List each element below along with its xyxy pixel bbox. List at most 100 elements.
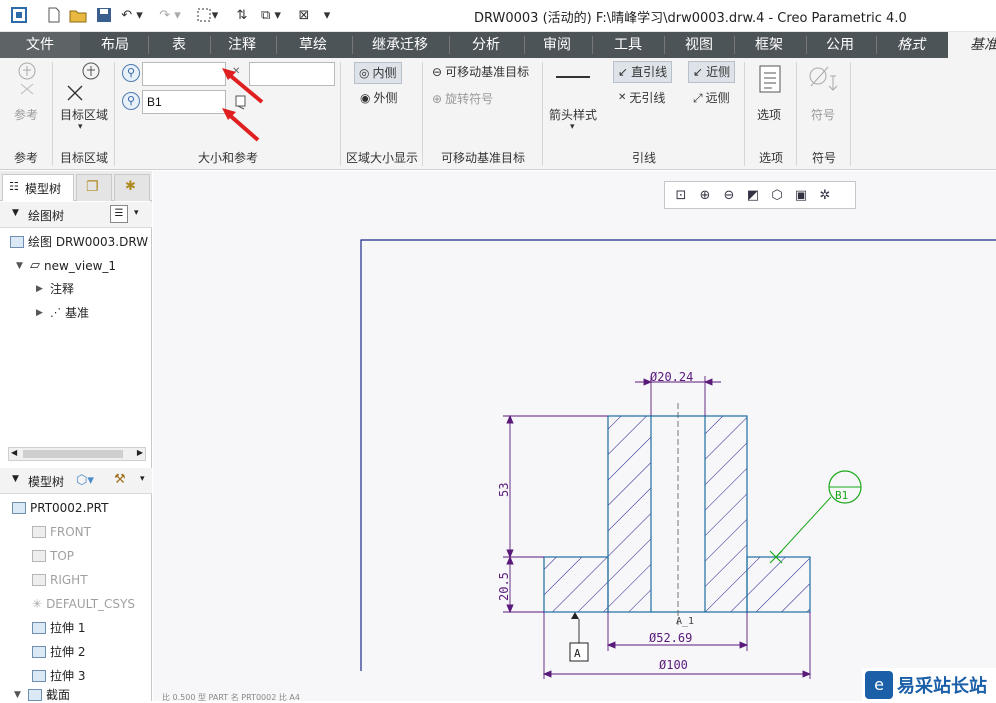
save-icon[interactable] [94, 6, 114, 24]
repaint-icon[interactable]: ◩ [743, 185, 763, 205]
open-folder-icon[interactable] [68, 6, 88, 24]
display-style-icon[interactable]: ⬡ [767, 185, 787, 205]
tab-datum[interactable]: 基准 [948, 32, 996, 58]
tab-folder-browser[interactable]: ❐ [76, 174, 112, 201]
dim-top-dia[interactable]: Ø20.24 [650, 370, 693, 384]
dim-mid-dia[interactable]: Ø52.69 [649, 631, 692, 645]
tree-horizontal-scrollbar[interactable]: ◀ ▶ [8, 447, 146, 461]
reference-button[interactable]: 参考 [14, 106, 38, 123]
expand-down-icon[interactable]: ▼ [14, 688, 24, 702]
dim-bottom-dia[interactable]: Ø100 [659, 658, 688, 672]
tree-item-datums[interactable]: ▶ ⋰ 基准 [36, 302, 89, 324]
near-side-button[interactable]: ↙ 近侧 [688, 61, 736, 83]
group-label-leader: 引线 [631, 151, 656, 165]
rotate-symbol-label: 旋转符号 [445, 92, 494, 106]
tools-icon[interactable]: ⚒ [114, 472, 126, 487]
tab-table[interactable]: 表 [150, 32, 208, 58]
group-label-reference: 参考 [13, 151, 38, 165]
redo-icon[interactable]: ↷ ▾ [156, 6, 184, 24]
tree-item-part[interactable]: PRT0002.PRT [12, 497, 108, 519]
tree-item-extrude-1[interactable]: 拉伸 1 [32, 617, 85, 639]
new-file-icon[interactable] [44, 6, 64, 24]
target-area-button[interactable]: 目标区域 [60, 106, 108, 123]
tab-favorites[interactable]: ✱ [114, 174, 150, 201]
tab-review[interactable]: 审阅 [526, 32, 588, 58]
datum-label-icon: ⚲ [122, 92, 140, 110]
tree-settings-dropdown-icon[interactable]: ▾ [134, 208, 139, 218]
tree-item-drawing[interactable]: 绘图 DRW0003.DRW [10, 231, 148, 253]
right-flange-section[interactable] [746, 556, 811, 613]
zoom-out-icon[interactable]: ⊖ [719, 185, 739, 205]
expand-down-icon[interactable]: ▼ [16, 255, 26, 277]
refit-icon[interactable]: ⊡ [671, 185, 691, 205]
tab-analysis[interactable]: 分析 [451, 32, 521, 58]
select-box-icon[interactable]: ▾ [192, 6, 222, 24]
tree-item-section[interactable]: ▼ 截面 [14, 688, 70, 702]
label-field[interactable]: B1 [142, 90, 226, 114]
collapse-icon[interactable]: ▼ [12, 208, 19, 218]
tools-dropdown-icon[interactable]: ▾ [140, 474, 145, 484]
tab-frame[interactable]: 框架 [736, 32, 802, 58]
part-section[interactable] [543, 403, 811, 626]
rotate-symbol-button[interactable]: ⊕ 旋转符号 [432, 88, 493, 110]
left-wall-section[interactable] [607, 415, 652, 613]
tree-item-extrude-2[interactable]: 拉伸 2 [32, 641, 85, 663]
expand-right-icon[interactable]: ▶ [36, 278, 46, 300]
outside-button[interactable]: ◉ 外侧 [360, 87, 398, 109]
tab-sketch[interactable]: 草绘 [278, 32, 348, 58]
datum-a-symbol[interactable]: A [569, 612, 589, 662]
scroll-right-icon[interactable]: ▶ [137, 448, 143, 457]
far-side-button[interactable]: ⤢ 远侧 [693, 87, 730, 109]
tab-legacy-migration[interactable]: 继承迁移 [354, 32, 446, 58]
symbol-button[interactable]: 符号 [811, 106, 835, 123]
far-side-icon: ⤢ [693, 91, 703, 105]
datum-target-b1[interactable]: B1 [769, 470, 862, 564]
arrow-style-dropdown-icon[interactable]: ▾ [570, 122, 575, 132]
saved-views-icon[interactable]: ▣ [791, 185, 811, 205]
tab-tools[interactable]: 工具 [594, 32, 662, 58]
tab-model-tree[interactable]: ☷ 模型树 [2, 174, 74, 201]
left-flange-section[interactable] [543, 556, 609, 613]
scroll-thumb[interactable] [23, 450, 123, 458]
undo-icon[interactable]: ↶ ▾ [118, 6, 146, 24]
tab-annotate[interactable]: 注释 [212, 32, 272, 58]
dim-height-upper[interactable]: 53 [497, 483, 511, 497]
dim-height-lower[interactable]: 20.5 [497, 572, 511, 601]
tab-common[interactable]: 公用 [808, 32, 872, 58]
part-display-icon[interactable]: ⬡▾ [76, 473, 94, 488]
collapse-icon[interactable]: ▼ [12, 474, 19, 484]
tab-format[interactable]: 格式 [878, 32, 944, 58]
zoom-in-icon[interactable]: ⊕ [695, 185, 715, 205]
tree-item-front[interactable]: FRONT [32, 521, 91, 543]
tab-layout[interactable]: 布局 [84, 32, 146, 58]
windows-icon[interactable]: ⧉ ▾ [256, 6, 286, 24]
tree-item-annotations[interactable]: ▶ 注释 [36, 278, 74, 300]
straight-leader-button[interactable]: ↙ 直引线 [613, 61, 673, 83]
model-tree-header: ▼ 模型树 ⬡▾ ⚒ ▾ [0, 468, 152, 494]
tree-settings-icon[interactable]: ☰ [110, 205, 128, 223]
no-leader-button[interactable]: ✕ 无引线 [618, 87, 665, 109]
options-button[interactable]: 选项 [757, 106, 781, 123]
right-wall-section[interactable] [704, 415, 748, 613]
tree-item-extrude-3[interactable]: 拉伸 3 [32, 665, 85, 687]
scroll-left-icon[interactable]: ◀ [11, 448, 17, 457]
customize-qat-icon[interactable]: ▾ [320, 6, 334, 24]
watermark: e 易采站长站 [862, 668, 996, 701]
movable-datum-target-button[interactable]: ⊖ 可移动基准目标 [432, 61, 529, 83]
tree-item-view[interactable]: ▼ ▱ new_view_1 [16, 255, 116, 277]
app-icon[interactable] [8, 6, 30, 24]
inside-button[interactable]: ◎ 内侧 [354, 62, 402, 84]
tree-item-right[interactable]: RIGHT [32, 569, 88, 591]
close-window-icon[interactable]: ⊠ [296, 6, 312, 24]
arrow-style-button[interactable]: 箭头样式 [549, 106, 597, 123]
expand-right-icon[interactable]: ▶ [36, 302, 46, 324]
size-field[interactable] [142, 62, 226, 86]
datum-display-icon[interactable]: ✲ [815, 185, 835, 205]
tree-item-top[interactable]: TOP [32, 545, 74, 567]
tab-view[interactable]: 视图 [666, 32, 732, 58]
tree-item-csys[interactable]: ✳ DEFAULT_CSYS [32, 593, 135, 615]
regenerate-icon[interactable]: ⇅ [232, 6, 252, 24]
tab-separator [210, 36, 211, 54]
target-area-dropdown-icon[interactable]: ▾ [78, 122, 83, 132]
tab-file[interactable]: 文件 [0, 32, 80, 58]
